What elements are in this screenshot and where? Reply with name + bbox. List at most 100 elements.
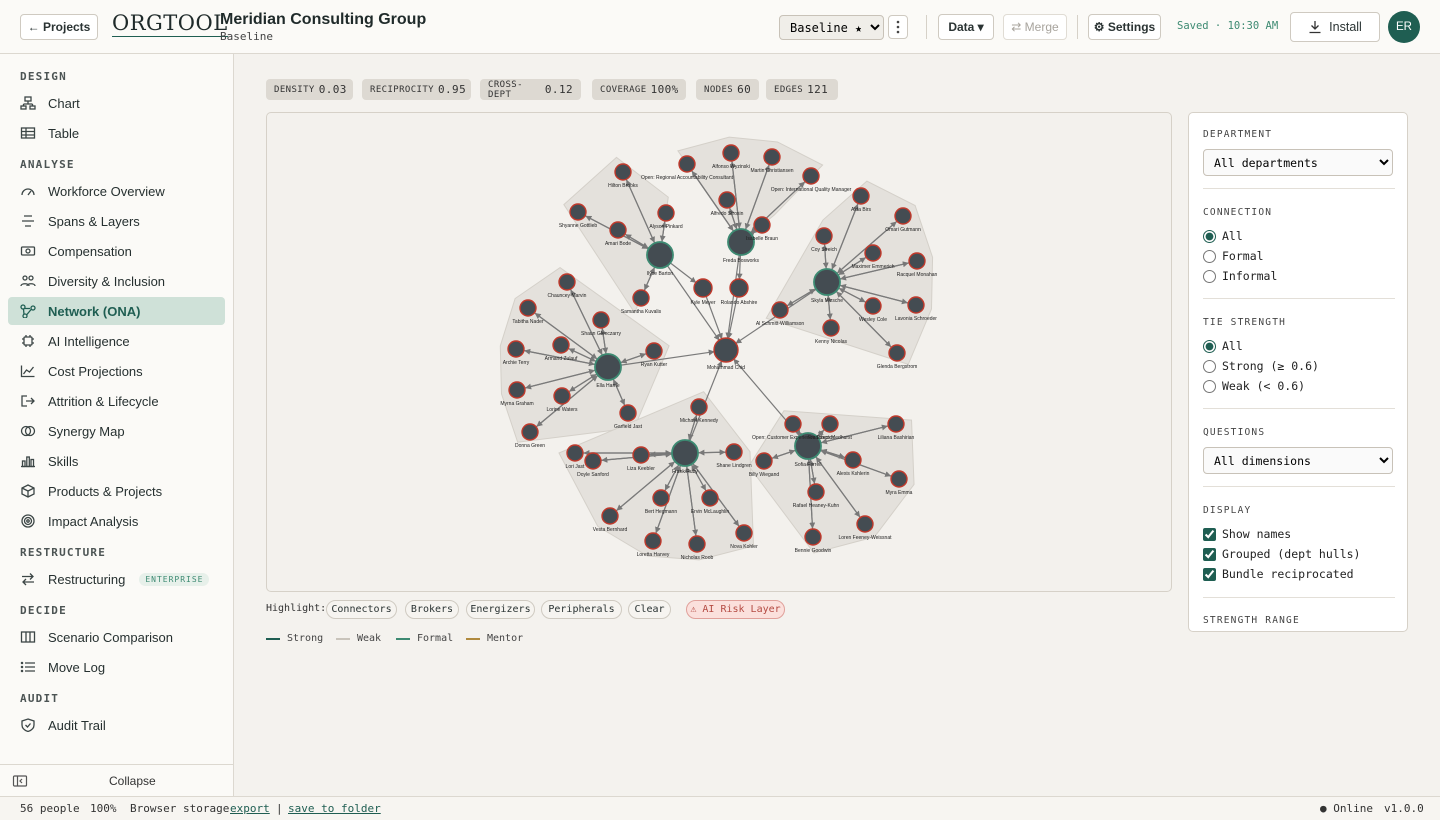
highlight-energizers-button[interactable]: Energizers	[466, 600, 535, 619]
network-node[interactable]	[644, 532, 662, 550]
network-node[interactable]	[688, 535, 706, 553]
connection-radio[interactable]	[1203, 229, 1216, 243]
network-node[interactable]	[729, 278, 749, 298]
display-option[interactable]: Bundle reciprocated	[1203, 567, 1354, 581]
highlight-connectors-button[interactable]: Connectors	[326, 600, 397, 619]
sidebar-item-products-projects[interactable]: Products & Projects	[8, 477, 225, 505]
sidebar-item-attrition-lifecycle[interactable]: Attrition & Lifecycle	[8, 387, 225, 415]
network-node[interactable]	[558, 273, 576, 291]
network-node[interactable]	[657, 204, 675, 222]
install-button[interactable]: Install	[1290, 12, 1380, 42]
sidebar-item-chart[interactable]: Chart	[8, 89, 225, 117]
sidebar-item-spans-layers[interactable]: Spans & Layers	[8, 207, 225, 235]
network-node[interactable]	[652, 489, 670, 507]
sidebar-item-skills[interactable]: Skills	[8, 447, 225, 475]
connection-option[interactable]: All	[1203, 229, 1243, 243]
sidebar-item-restructuring[interactable]: Restructuring ENTERPRISE	[8, 565, 225, 593]
export-link[interactable]: export	[230, 802, 270, 815]
network-node[interactable]	[552, 336, 570, 354]
network-node[interactable]	[856, 515, 874, 533]
connection-radio[interactable]	[1203, 269, 1216, 283]
network-node[interactable]	[601, 507, 619, 525]
hub-node[interactable]	[671, 439, 699, 467]
save-to-folder-link[interactable]: save to folder	[288, 802, 381, 815]
network-node[interactable]	[753, 216, 771, 234]
sidebar-item-impact-analysis[interactable]: Impact Analysis	[8, 507, 225, 535]
connection-option[interactable]: Formal	[1203, 249, 1264, 263]
network-node[interactable]	[908, 252, 926, 270]
network-node[interactable]	[693, 278, 713, 298]
sidebar-item-compensation[interactable]: Compensation	[8, 237, 225, 265]
network-node[interactable]	[804, 528, 822, 546]
network-node[interactable]	[807, 483, 825, 501]
network-node[interactable]	[894, 207, 912, 225]
department-select[interactable]: All departments	[1203, 149, 1393, 176]
network-node[interactable]	[632, 446, 650, 464]
network-node[interactable]	[784, 415, 802, 433]
network-node[interactable]	[584, 452, 602, 470]
network-node[interactable]	[519, 299, 537, 317]
network-node[interactable]	[645, 342, 663, 360]
data-menu-button[interactable]: Data ▾	[938, 14, 994, 40]
network-node[interactable]	[507, 340, 525, 358]
network-node[interactable]	[713, 337, 739, 363]
network-node[interactable]	[553, 387, 571, 405]
network-node[interactable]	[508, 381, 526, 399]
collapse-sidebar-button[interactable]: Collapse	[0, 764, 233, 796]
network-graph[interactable]: Mohammad Chid Ilyse Barton Hilton Brooks Sh…	[267, 113, 1173, 593]
network-node[interactable]	[722, 144, 740, 162]
network-node[interactable]	[609, 221, 627, 239]
tie-strength-radio[interactable]	[1203, 339, 1216, 353]
display-checkbox[interactable]	[1203, 567, 1216, 581]
tie-strength-radio[interactable]	[1203, 379, 1216, 393]
network-node[interactable]	[864, 297, 882, 315]
sidebar-item-audit-trail[interactable]: Audit Trail	[8, 711, 225, 739]
display-checkbox[interactable]	[1203, 527, 1216, 541]
sidebar-item-table[interactable]: Table	[8, 119, 225, 147]
display-option[interactable]: Grouped (dept hulls)	[1203, 547, 1360, 561]
highlight-clear-button[interactable]: Clear	[628, 600, 671, 619]
ai-risk-layer-button[interactable]: ⚠ AI Risk Layer	[686, 600, 785, 619]
sidebar-item-move-log[interactable]: Move Log	[8, 653, 225, 681]
network-node[interactable]	[802, 167, 820, 185]
display-checkbox[interactable]	[1203, 547, 1216, 561]
tie-strength-option[interactable]: Strong (≥ 0.6)	[1203, 359, 1319, 373]
network-node[interactable]	[864, 244, 882, 262]
tie-strength-option[interactable]: Weak (< 0.6)	[1203, 379, 1305, 393]
tie-strength-radio[interactable]	[1203, 359, 1216, 373]
hub-node[interactable]	[594, 353, 622, 381]
network-node[interactable]	[815, 227, 833, 245]
network-node[interactable]	[755, 452, 773, 470]
hub-node[interactable]	[813, 268, 841, 296]
network-canvas[interactable]: Mohammad Chid Ilyse Barton Hilton Brooks Sh…	[266, 112, 1172, 592]
network-node[interactable]	[566, 444, 584, 462]
network-node[interactable]	[592, 311, 610, 329]
back-to-projects-button[interactable]: ← Projects	[20, 14, 98, 40]
network-node[interactable]	[521, 423, 539, 441]
network-node[interactable]	[718, 191, 736, 209]
sidebar-item-cost-projections[interactable]: Cost Projections	[8, 357, 225, 385]
network-node[interactable]	[614, 163, 632, 181]
display-option[interactable]: Show names	[1203, 527, 1291, 541]
highlight-brokers-button[interactable]: Brokers	[405, 600, 459, 619]
questions-select[interactable]: All dimensions	[1203, 447, 1393, 474]
hub-node[interactable]	[646, 241, 674, 269]
tie-strength-option[interactable]: All	[1203, 339, 1243, 353]
sidebar-item-synergy-map[interactable]: Synergy Map	[8, 417, 225, 445]
network-node[interactable]	[735, 524, 753, 542]
network-node[interactable]	[569, 203, 587, 221]
network-node[interactable]	[822, 319, 840, 337]
network-node[interactable]	[852, 187, 870, 205]
merge-button[interactable]: ⇄ Merge	[1003, 14, 1067, 40]
network-node[interactable]	[888, 344, 906, 362]
network-node[interactable]	[701, 489, 719, 507]
network-node[interactable]	[907, 296, 925, 314]
network-node[interactable]	[844, 451, 862, 469]
connection-radio[interactable]	[1203, 249, 1216, 263]
sidebar-item-ai-intelligence[interactable]: AI Intelligence	[8, 327, 225, 355]
hub-node[interactable]	[727, 228, 755, 256]
sidebar-item-scenario-comparison[interactable]: Scenario Comparison	[8, 623, 225, 651]
network-node[interactable]	[771, 301, 789, 319]
network-node[interactable]	[632, 289, 650, 307]
highlight-peripherals-button[interactable]: Peripherals	[541, 600, 622, 619]
